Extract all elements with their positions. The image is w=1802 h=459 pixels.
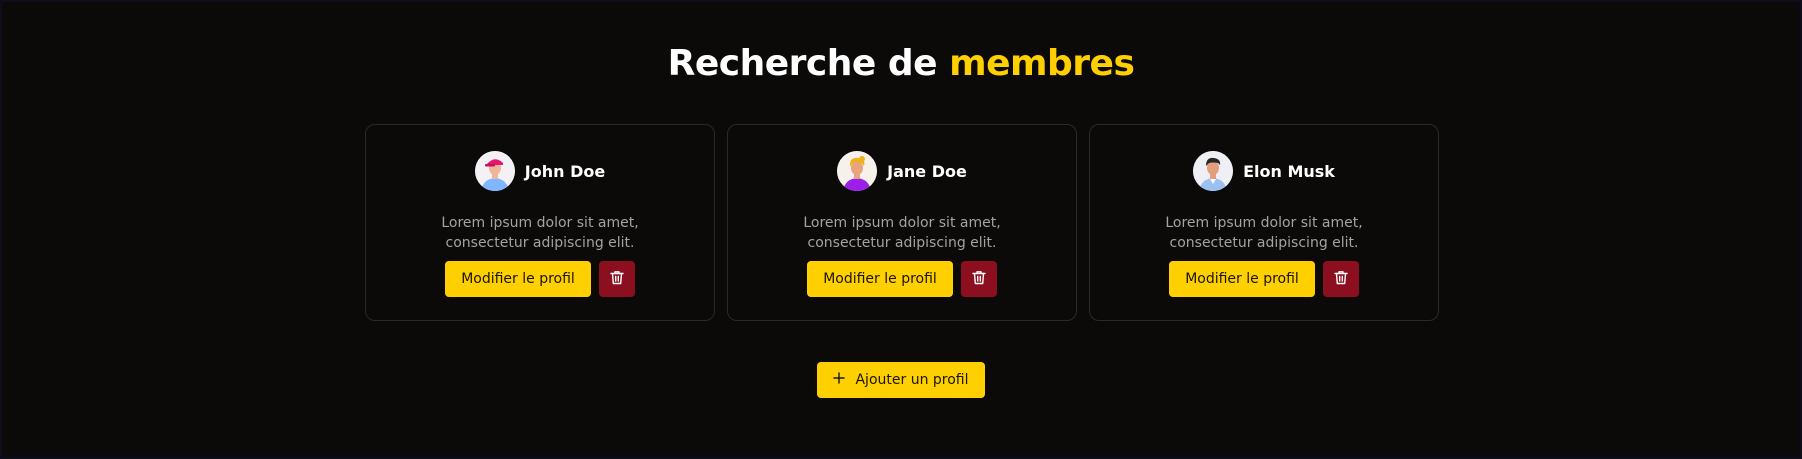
edit-profile-button[interactable]: Modifier le profil [807,261,953,297]
page-title-prefix: Recherche de [667,43,938,84]
trash-icon [972,270,986,288]
member-card: Elon Musk Lorem ipsum dolor sit amet, co… [1089,124,1439,321]
member-card: Jane Doe Lorem ipsum dolor sit amet, con… [727,124,1077,321]
member-description: Lorem ipsum dolor sit amet, consectetur … [803,215,1001,251]
plus-icon [833,372,846,388]
delete-profile-button[interactable] [960,261,997,297]
delete-profile-button[interactable] [1322,261,1359,297]
member-description: Lorem ipsum dolor sit amet, consectetur … [441,215,639,251]
avatar-man-blue-shirt-icon [1193,151,1234,191]
member-card-header: John Doe [366,151,714,191]
page-title: Recherche de membres [2,40,1800,88]
edit-profile-button[interactable]: Modifier le profil [445,261,591,297]
member-name: Elon Musk [1243,161,1335,181]
edit-profile-button[interactable]: Modifier le profil [1169,261,1315,297]
add-profile-label: Ajouter un profil [855,372,969,388]
member-card-actions: Modifier le profil [366,261,714,297]
member-card-header: Elon Musk [1090,151,1438,191]
delete-profile-button[interactable] [598,261,635,297]
page-title-accent: membres [949,43,1135,84]
avatar-woman-purple-icon [837,151,878,191]
avatar-man-pink-cap-icon [474,151,515,191]
member-card-header: Jane Doe [728,151,1076,191]
member-name: John Doe [524,161,606,181]
trash-icon [610,270,624,288]
add-profile-button[interactable]: Ajouter un profil [817,362,985,398]
member-name: Jane Doe [887,161,967,181]
member-card-list: John Doe Lorem ipsum dolor sit amet, con… [365,124,1439,321]
member-description: Lorem ipsum dolor sit amet, consectetur … [1165,215,1363,251]
trash-icon [1334,270,1348,288]
member-card-actions: Modifier le profil [1090,261,1438,297]
member-card-actions: Modifier le profil [728,261,1076,297]
member-card: John Doe Lorem ipsum dolor sit amet, con… [365,124,715,321]
add-profile-container: Ajouter un profil [2,362,1800,398]
